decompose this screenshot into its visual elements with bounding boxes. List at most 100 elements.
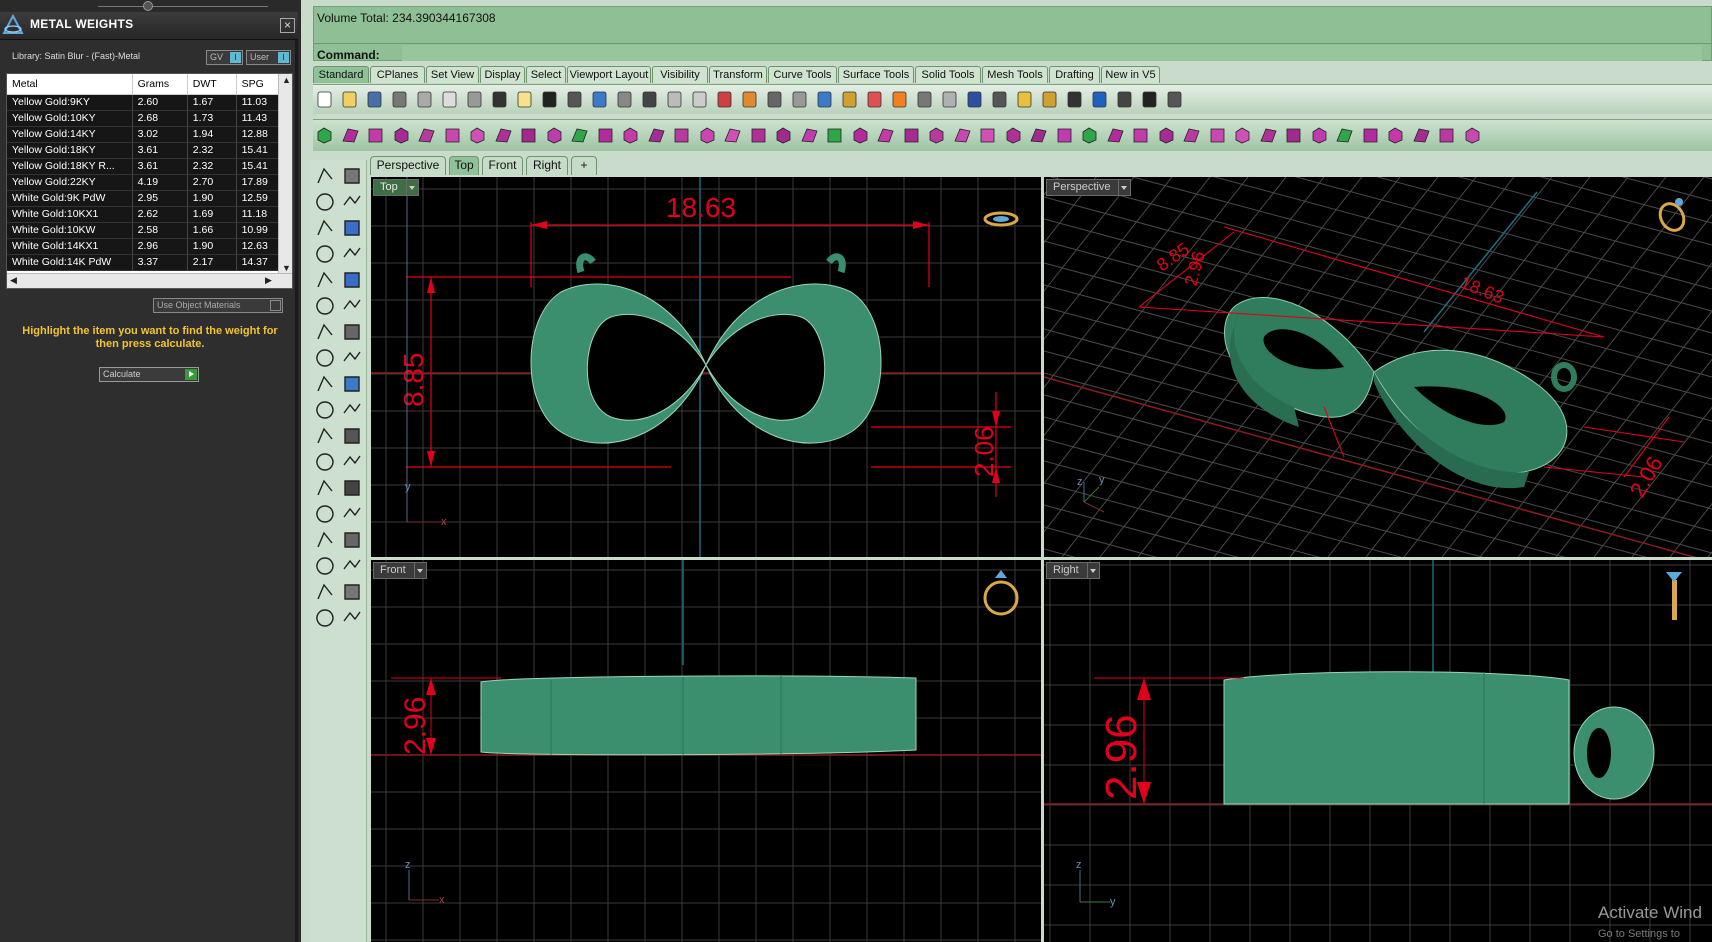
toolbar-tab-standard[interactable]: Standard — [313, 66, 369, 83]
palette-tool-9-icon[interactable] — [314, 269, 336, 291]
standard-tool-34-icon[interactable] — [1140, 90, 1159, 109]
viewport-top[interactable]: 18.63 8.85 2.06 y x Top — [371, 177, 1041, 557]
standard-tool-17-icon[interactable] — [715, 90, 734, 109]
table-row[interactable]: White Gold:9K PdW 2.95 1.90 12.59 — [7, 190, 280, 207]
table-row[interactable]: Yellow Gold:14KY 3.02 1.94 12.88 — [7, 126, 280, 143]
solid-tool-41-icon[interactable] — [1335, 126, 1354, 145]
solid-tool-29-icon[interactable] — [1029, 126, 1048, 145]
solid-tool-1-icon[interactable] — [315, 126, 334, 145]
palette-tool-12-icon[interactable] — [341, 295, 363, 317]
solid-tool-8-icon[interactable] — [494, 126, 513, 145]
palette-tool-34-icon[interactable] — [341, 581, 363, 603]
solid-tool-26-icon[interactable] — [953, 126, 972, 145]
solid-tool-21-icon[interactable] — [825, 126, 844, 145]
solid-tool-40-icon[interactable] — [1310, 126, 1329, 145]
palette-tool-14-icon[interactable] — [341, 321, 363, 343]
perspective-viewport-canvas[interactable]: 8.85 2.96 18.63 2.06 z y — [1044, 177, 1712, 557]
solid-tool-36-icon[interactable] — [1208, 126, 1227, 145]
standard-tool-23-icon[interactable] — [865, 90, 884, 109]
table-row[interactable]: Yellow Gold:18KY R... 3.61 2.32 15.41 — [7, 158, 280, 175]
standard-tool-1-icon[interactable] — [315, 90, 334, 109]
table-horizontal-scrollbar[interactable]: ◀ ▶ — [7, 273, 292, 288]
toolbar-tab-new-in-v5[interactable]: New in V5 — [1101, 66, 1160, 83]
column-header-grams[interactable]: Grams — [132, 74, 188, 95]
standard-tool-30-icon[interactable] — [1040, 90, 1059, 109]
palette-tool-16-icon[interactable] — [341, 347, 363, 369]
standard-tool-8-icon[interactable] — [490, 90, 509, 109]
solid-tool-28-icon[interactable] — [1004, 126, 1023, 145]
standard-tool-22-icon[interactable] — [840, 90, 859, 109]
toolbar-tab-transform[interactable]: Transform — [709, 66, 767, 83]
chevron-down-icon[interactable] — [413, 563, 426, 578]
table-row[interactable]: White Gold:10KX1 2.62 1.69 11.18 — [7, 206, 280, 223]
toolbar-tab-display[interactable]: Display — [480, 66, 525, 83]
standard-tool-27-icon[interactable] — [965, 90, 984, 109]
calculate-button[interactable]: Calculate — [99, 367, 199, 382]
palette-tool-15-icon[interactable] — [314, 347, 336, 369]
solid-tool-23-icon[interactable] — [876, 126, 895, 145]
solid-tool-43-icon[interactable] — [1386, 126, 1405, 145]
ring-top-icon[interactable] — [983, 211, 1019, 227]
palette-tool-21-icon[interactable] — [314, 425, 336, 447]
viewport-front[interactable]: 2.96 z x Front — [371, 560, 1041, 942]
standard-tool-31-icon[interactable] — [1065, 90, 1084, 109]
add-viewport-tab-button[interactable]: + — [571, 156, 597, 175]
play-icon[interactable] — [185, 369, 197, 380]
ring-right-icon[interactable] — [1666, 572, 1682, 620]
palette-tool-17-icon[interactable] — [314, 373, 336, 395]
table-row[interactable]: Yellow Gold:9KY 2.60 1.67 11.03 — [7, 94, 280, 111]
palette-tool-10-icon[interactable] — [341, 269, 363, 291]
table-row[interactable]: Yellow Gold:10KY 2.68 1.73 11.43 — [7, 110, 280, 127]
viewport-label-top[interactable]: Top — [373, 179, 419, 196]
table-row[interactable]: White Gold:10KW 2.58 1.66 10.99 — [7, 222, 280, 239]
palette-tool-24-icon[interactable] — [341, 451, 363, 473]
toolbar-tab-solid-tools[interactable]: Solid Tools — [915, 66, 981, 83]
table-row[interactable]: White Gold:14KX1 2.96 1.90 12.63 — [7, 238, 280, 255]
palette-tool-2-icon[interactable] — [341, 165, 363, 187]
viewport-label-perspective[interactable]: Perspective — [1046, 179, 1132, 196]
palette-tool-31-icon[interactable] — [314, 555, 336, 577]
solid-tool-12-icon[interactable] — [596, 126, 615, 145]
solid-tool-27-icon[interactable] — [978, 126, 997, 145]
palette-tool-36-icon[interactable] — [341, 607, 363, 629]
table-row[interactable]: Yellow Gold:22KY 4.19 2.70 17.89 — [7, 174, 280, 191]
palette-tool-3-icon[interactable] — [314, 191, 336, 213]
palette-tool-29-icon[interactable] — [314, 529, 336, 551]
viewport-tab-top[interactable]: Top — [449, 156, 479, 175]
standard-tool-7-icon[interactable] — [465, 90, 484, 109]
standard-tool-29-icon[interactable] — [1015, 90, 1034, 109]
standard-tool-10-icon[interactable] — [540, 90, 559, 109]
solid-tool-44-icon[interactable] — [1412, 126, 1431, 145]
standard-tool-2-icon[interactable] — [340, 90, 359, 109]
solid-tool-4-icon[interactable] — [392, 126, 411, 145]
palette-tool-35-icon[interactable] — [314, 607, 336, 629]
standard-tool-24-icon[interactable] — [890, 90, 909, 109]
standard-tool-14-icon[interactable] — [640, 90, 659, 109]
chevron-down-icon[interactable] — [1118, 180, 1130, 195]
user-toggle[interactable]: User I — [246, 50, 291, 65]
standard-tool-26-icon[interactable] — [940, 90, 959, 109]
solid-tool-33-icon[interactable] — [1131, 126, 1150, 145]
palette-tool-32-icon[interactable] — [341, 555, 363, 577]
standard-tool-11-icon[interactable] — [565, 90, 584, 109]
standard-tool-28-icon[interactable] — [990, 90, 1009, 109]
solid-tool-25-icon[interactable] — [927, 126, 946, 145]
scroll-right-icon[interactable]: ▶ — [265, 275, 272, 286]
solid-tool-10-icon[interactable] — [545, 126, 564, 145]
column-header-spg[interactable]: SPG — [236, 74, 280, 95]
table-row[interactable]: Yellow Gold:18KY 3.61 2.32 15.41 — [7, 142, 280, 159]
solid-tool-16-icon[interactable] — [698, 126, 717, 145]
solid-tool-30-icon[interactable] — [1055, 126, 1074, 145]
toolbar-tab-curve-tools[interactable]: Curve Tools — [768, 66, 837, 83]
palette-tool-25-icon[interactable] — [314, 477, 336, 499]
scroll-down-icon[interactable]: ▼ — [282, 263, 291, 273]
table-vertical-scrollbar[interactable]: ▲ ▼ — [278, 74, 292, 274]
solid-tool-42-icon[interactable] — [1361, 126, 1380, 145]
infinity-model-front[interactable] — [480, 675, 917, 756]
standard-tool-9-icon[interactable] — [515, 90, 534, 109]
solid-tool-45-icon[interactable] — [1437, 126, 1456, 145]
toolbar-tab-visibility[interactable]: Visibility — [652, 66, 708, 83]
toolbar-tab-cplanes[interactable]: CPlanes — [370, 66, 425, 83]
checkbox-box[interactable] — [270, 300, 281, 311]
solid-tool-2-icon[interactable] — [341, 126, 360, 145]
